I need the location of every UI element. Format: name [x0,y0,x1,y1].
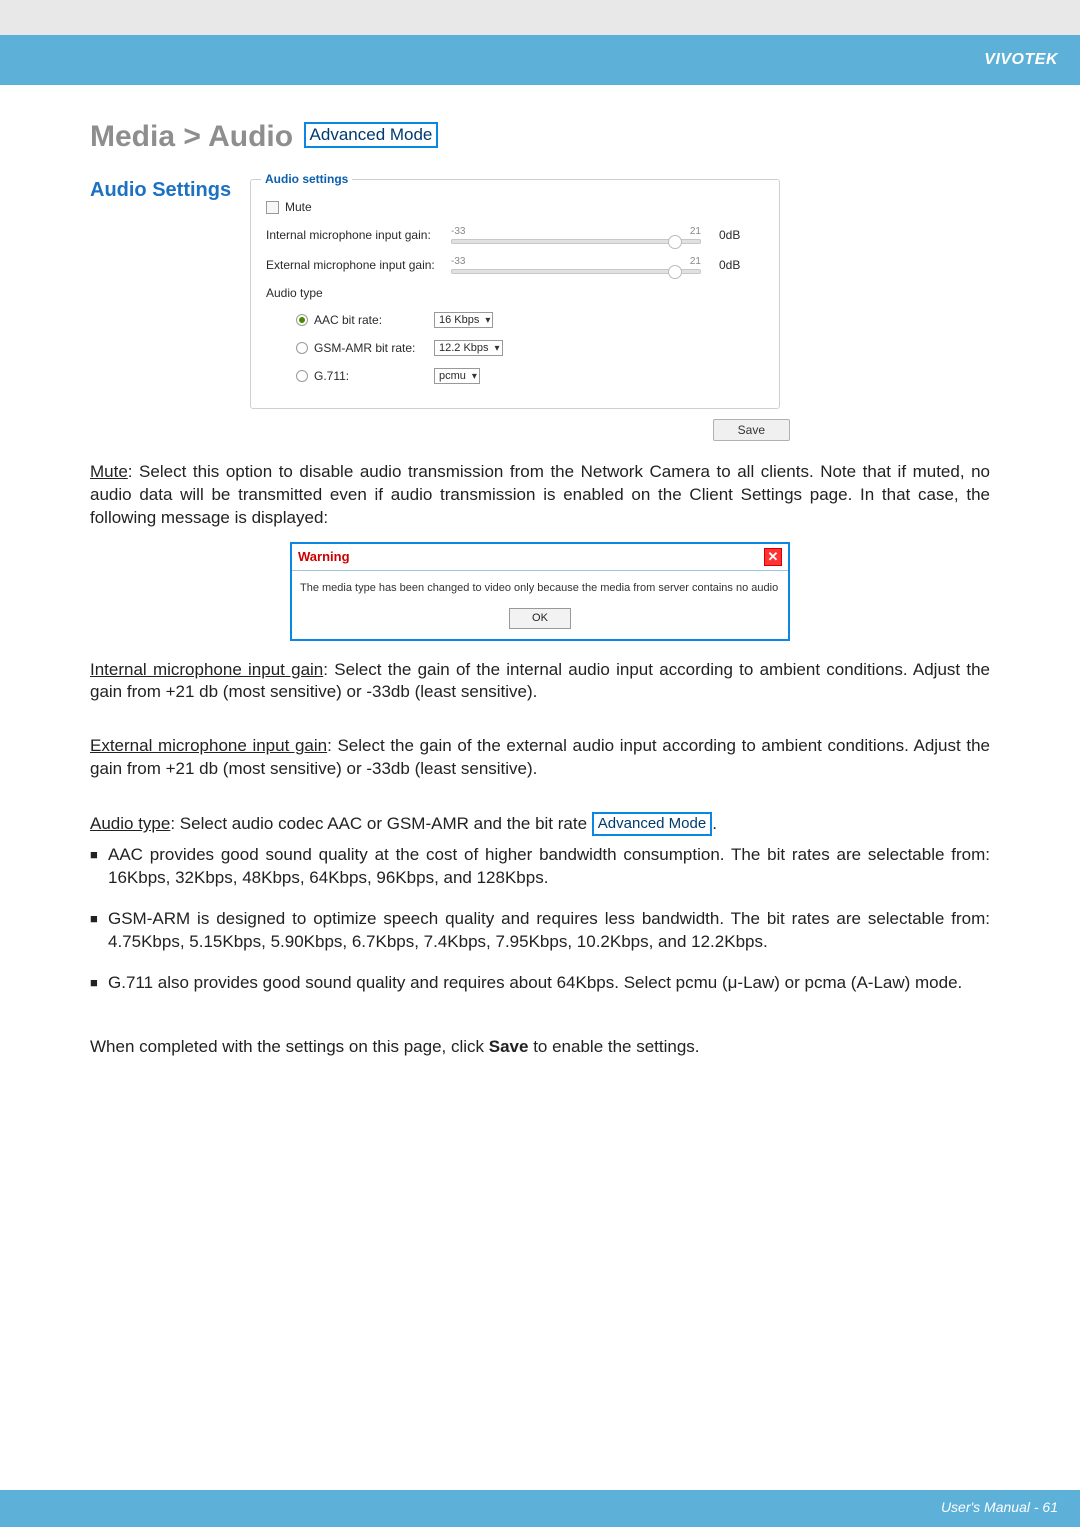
dialog-ok-button[interactable]: OK [509,608,571,629]
external-mic-gain-label: External microphone input gain: [266,258,451,272]
advanced-mode-badge: Advanced Mode [304,122,439,148]
gsm-bitrate-select[interactable]: 12.2 Kbps ▾ [434,340,503,356]
advanced-mode-badge-inline: Advanced Mode [592,812,712,836]
close-icon[interactable]: ✕ [764,548,782,566]
chevron-down-icon: ▾ [485,315,490,326]
audio-type-bullets: AAC provides good sound quality at the c… [90,844,990,995]
slider-min: -33 [451,226,465,237]
external-gain-description: External microphone input gain: Select t… [90,735,990,781]
brand-logo: VIVOTEK [984,51,1058,69]
section-title-audio-settings: Audio Settings [90,179,240,202]
aac-label: AAC bit rate: [314,313,434,327]
slider-min: -33 [451,256,465,267]
slider-thumb[interactable] [668,235,682,249]
gsm-amr-label: GSM-AMR bit rate: [314,341,434,355]
gsm-amr-radio[interactable] [296,342,308,354]
external-mic-gain-value: 0dB [719,258,740,272]
closing-text: When completed with the settings on this… [90,1036,990,1059]
page-margin-top [0,0,1080,35]
aac-bitrate-value: 16 Kbps [439,314,479,326]
chevron-down-icon: ▾ [495,343,500,354]
warning-dialog: Warning ✕ The media type has been change… [290,542,790,641]
bullet-g711: G.711 also provides good sound quality a… [90,972,990,995]
gsm-bitrate-value: 12.2 Kbps [439,342,489,354]
dialog-message: The media type has been changed to video… [298,575,782,608]
external-mic-gain-slider[interactable] [451,269,701,274]
header-bar: VIVOTEK [0,35,1080,85]
audio-settings-panel: Audio settings Mute Internal microphone … [250,179,780,409]
bullet-gsm: GSM-ARM is designed to optimize speech q… [90,908,990,954]
footer-bar: User's Manual - 61 [0,1472,1080,1527]
g711-value: pcmu [439,370,466,382]
aac-radio[interactable] [296,314,308,326]
mute-description: Mute: Select this option to disable audi… [90,461,990,530]
internal-mic-gain-value: 0dB [719,228,740,242]
footer-text: User's Manual - 61 [941,1499,1058,1515]
mute-label: Mute [285,200,312,214]
bullet-aac: AAC provides good sound quality at the c… [90,844,990,890]
g711-label: G.711: [314,369,434,383]
audio-type-label: Audio type [266,286,323,300]
dialog-title: Warning [298,548,350,566]
panel-legend: Audio settings [261,172,352,186]
internal-mic-gain-label: Internal microphone input gain: [266,228,451,242]
g711-select[interactable]: pcmu ▾ [434,368,480,384]
aac-bitrate-select[interactable]: 16 Kbps ▾ [434,312,493,328]
internal-gain-description: Internal microphone input gain: Select t… [90,659,990,705]
g711-radio[interactable] [296,370,308,382]
mute-checkbox[interactable] [266,201,279,214]
save-button[interactable]: Save [713,419,790,441]
audio-type-description: Audio type: Select audio codec AAC or GS… [90,812,990,836]
internal-mic-gain-slider[interactable] [451,239,701,244]
slider-thumb[interactable] [668,265,682,279]
breadcrumb: Media > Audio [90,120,293,154]
slider-max: 21 [690,226,701,237]
chevron-down-icon: ▾ [472,371,477,382]
slider-max: 21 [690,256,701,267]
